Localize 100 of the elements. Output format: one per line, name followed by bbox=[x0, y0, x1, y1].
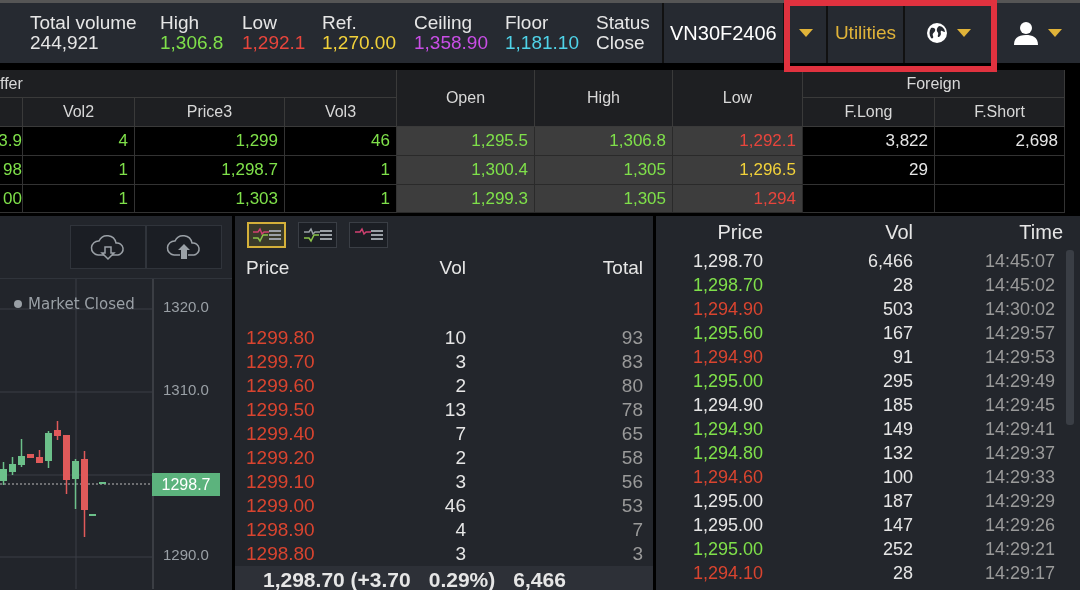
ask-price: 1298.80 bbox=[246, 542, 316, 567]
cell-value: 1,296.5 bbox=[739, 160, 796, 180]
trade-time: 14:45:07 bbox=[983, 250, 1056, 272]
axis-label: 1290.0 bbox=[163, 546, 209, 563]
candle bbox=[99, 481, 106, 485]
ask-volume: 3 bbox=[454, 542, 466, 567]
cell-value: 1,306.8 bbox=[609, 131, 666, 151]
candle bbox=[54, 420, 61, 441]
trade-volume: 149 bbox=[881, 418, 913, 440]
cell-value: 1,292.1 bbox=[739, 131, 796, 151]
stat-label: High bbox=[160, 13, 201, 33]
cell-value: 1,303 bbox=[235, 188, 278, 209]
stat-label: Total volume bbox=[30, 13, 138, 33]
ask-volume: 13 bbox=[443, 398, 466, 423]
cell-value: 98 bbox=[3, 160, 22, 180]
stat-label: Status bbox=[596, 13, 651, 33]
trade-volume: 167 bbox=[881, 322, 913, 344]
trade-volume: 28 bbox=[891, 562, 913, 584]
column-header: Price bbox=[246, 256, 291, 279]
trade-price: 1,294.90 bbox=[691, 298, 763, 320]
trade-price: 1,295.00 bbox=[691, 514, 763, 536]
trade-time: 14:29:37 bbox=[983, 442, 1056, 464]
trade-volume: 252 bbox=[881, 538, 913, 560]
cell-value: 00 bbox=[3, 188, 22, 209]
trade-time: 14:29:49 bbox=[983, 370, 1056, 392]
cell-value: 1,305 bbox=[623, 188, 666, 209]
trade-time: 14:30:02 bbox=[983, 298, 1056, 320]
caret-icon bbox=[956, 28, 972, 38]
caret-icon bbox=[1046, 28, 1063, 38]
column-header: Low bbox=[673, 70, 803, 127]
trade-time: 14:45:02 bbox=[983, 274, 1056, 296]
cell-value: 29 bbox=[909, 160, 928, 180]
view-toggle[interactable] bbox=[298, 222, 337, 248]
cell-value: 1,295.5 bbox=[471, 131, 528, 151]
download-button[interactable] bbox=[70, 225, 146, 269]
trade-time: 14:29:33 bbox=[983, 466, 1056, 488]
ask-total: 53 bbox=[620, 494, 643, 519]
candle bbox=[45, 430, 52, 469]
ask-total: 80 bbox=[620, 374, 643, 399]
ask-total: 7 bbox=[631, 518, 643, 543]
ask-volume: 46 bbox=[443, 494, 466, 519]
stat-label: Ceiling bbox=[414, 13, 474, 33]
ask-volume: 4 bbox=[454, 518, 466, 543]
scrollbar[interactable] bbox=[1066, 250, 1074, 425]
trade-volume: 147 bbox=[881, 514, 913, 536]
trade-price: 1,295.00 bbox=[691, 370, 763, 392]
cell-value: 1 bbox=[118, 188, 128, 209]
trade-price: 1,295.00 bbox=[691, 538, 763, 560]
view-toggle[interactable] bbox=[247, 222, 286, 248]
trade-price: 1,294.10 bbox=[691, 562, 763, 584]
column-header: Vol bbox=[438, 256, 466, 279]
trade-price: 1,295.00 bbox=[691, 490, 763, 512]
cell-value: 46 bbox=[371, 131, 390, 151]
trade-volume: 187 bbox=[881, 490, 913, 512]
column-header: Vol bbox=[884, 221, 913, 244]
stat-value: 1,181.10 bbox=[505, 33, 580, 53]
column-header: Time bbox=[1018, 221, 1063, 244]
trade-price: 1,298.70 bbox=[691, 274, 763, 296]
trade-price: 1,294.90 bbox=[691, 418, 763, 440]
column-header: Open bbox=[397, 70, 535, 127]
trade-price: 1,294.80 bbox=[691, 442, 763, 464]
trade-volume: 91 bbox=[891, 346, 913, 368]
trade-time: 14:29:17 bbox=[983, 562, 1056, 584]
ask-volume: 3 bbox=[454, 350, 466, 375]
trade-volume: 185 bbox=[881, 394, 913, 416]
stat-value: 1,306.8 bbox=[160, 33, 225, 53]
trade-volume: 100 bbox=[881, 466, 913, 488]
ask-price: 1299.10 bbox=[246, 470, 316, 495]
trade-price: 1,294.90 bbox=[691, 346, 763, 368]
user-icon bbox=[1012, 21, 1039, 45]
view-toggle[interactable] bbox=[349, 222, 388, 248]
cell-value: 1,299.3 bbox=[471, 188, 528, 209]
trade-time: 14:29:53 bbox=[983, 346, 1056, 368]
cell-value: 1,294 bbox=[753, 188, 796, 209]
ask-total: 78 bbox=[620, 398, 643, 423]
last-price-summary: 6,466 bbox=[513, 567, 566, 590]
cell-value: 4 bbox=[118, 131, 128, 151]
stat-label: Floor bbox=[505, 13, 550, 33]
trade-volume: 503 bbox=[881, 298, 913, 320]
trade-volume: 295 bbox=[881, 370, 913, 392]
column-header: Price3 bbox=[135, 98, 285, 127]
candle bbox=[63, 434, 70, 495]
trade-time: 14:29:29 bbox=[983, 490, 1056, 512]
column-group-header: ffer bbox=[0, 70, 397, 98]
stat-value: 1,292.1 bbox=[242, 33, 307, 53]
stat-label: Ref. bbox=[322, 13, 358, 33]
upload-button[interactable] bbox=[146, 225, 222, 269]
candle bbox=[36, 449, 43, 464]
trade-time: 14:29:57 bbox=[983, 322, 1056, 344]
trade-volume: 28 bbox=[891, 274, 913, 296]
ask-volume: 2 bbox=[454, 374, 466, 399]
book-view-icon bbox=[302, 227, 333, 243]
globe-icon bbox=[926, 22, 948, 44]
axis-label: 1320.0 bbox=[163, 298, 209, 315]
trade-price: 1,298.70 bbox=[691, 250, 763, 272]
ask-volume: 2 bbox=[454, 446, 466, 471]
candle bbox=[72, 458, 79, 510]
cell-value: 2,698 bbox=[1015, 131, 1058, 151]
book-view-icon bbox=[353, 227, 384, 243]
column-header: F.Long bbox=[803, 98, 935, 127]
